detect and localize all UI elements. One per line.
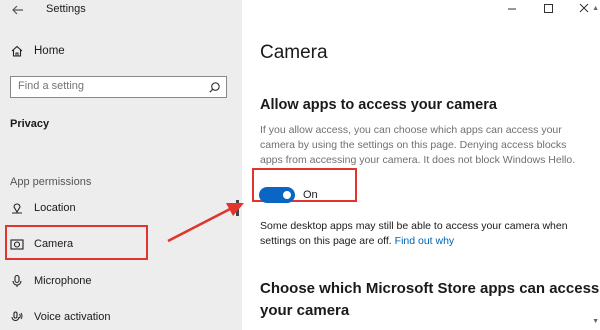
- sidebar-item-location[interactable]: Location: [10, 201, 76, 215]
- maximize-icon[interactable]: [540, 2, 556, 16]
- camera-access-toggle[interactable]: [259, 187, 295, 203]
- toggle-knob: [283, 191, 291, 199]
- search-field[interactable]: [10, 76, 227, 98]
- desktop-apps-note: Some desktop apps may still be able to a…: [260, 219, 600, 249]
- home-icon: [11, 45, 23, 57]
- search-icon[interactable]: [208, 81, 221, 94]
- back-arrow-icon[interactable]: [10, 2, 26, 18]
- window-title: Settings: [46, 3, 86, 15]
- sidebar-item-home[interactable]: Home: [10, 44, 65, 58]
- group-label-app-permissions: App permissions: [10, 176, 92, 188]
- section-description: If you allow access, you can choose whic…: [260, 124, 576, 166]
- sidebar-item-microphone[interactable]: Microphone: [10, 274, 91, 288]
- pane-divider-marker: [236, 200, 239, 216]
- scrollbar[interactable]: ▲ ▼: [592, 0, 600, 330]
- scroll-down-icon[interactable]: ▼: [592, 318, 599, 325]
- camera-highlight-annotation: [5, 225, 148, 260]
- page-title: Camera: [260, 42, 328, 63]
- main-pane: Camera Allow apps to access your camera …: [242, 0, 600, 330]
- microphone-icon: [12, 274, 22, 287]
- minimize-icon[interactable]: [504, 2, 520, 16]
- sidebar-item-voice-activation[interactable]: Voice activation: [10, 310, 110, 324]
- sidebar-item-label: Microphone: [34, 275, 92, 287]
- toggle-state-label: On: [303, 189, 318, 201]
- find-out-why-link[interactable]: Find out why: [395, 235, 455, 247]
- close-icon[interactable]: [576, 2, 592, 16]
- section-title-allow-access: Allow apps to access your camera: [260, 97, 497, 113]
- sidebar: Settings Home Privacy App permissions Lo…: [0, 0, 242, 330]
- search-input[interactable]: [18, 80, 198, 92]
- section-label-privacy: Privacy: [10, 118, 50, 130]
- location-icon: [12, 203, 22, 214]
- scroll-up-icon[interactable]: ▲: [592, 5, 599, 12]
- sidebar-item-label: Home: [34, 45, 65, 57]
- section-title-store-apps: Choose which Microsoft Store apps can ac…: [260, 280, 600, 319]
- sidebar-item-label: Location: [34, 202, 76, 214]
- voice-activation-icon: [11, 311, 23, 321]
- sidebar-item-label: Voice activation: [34, 311, 111, 323]
